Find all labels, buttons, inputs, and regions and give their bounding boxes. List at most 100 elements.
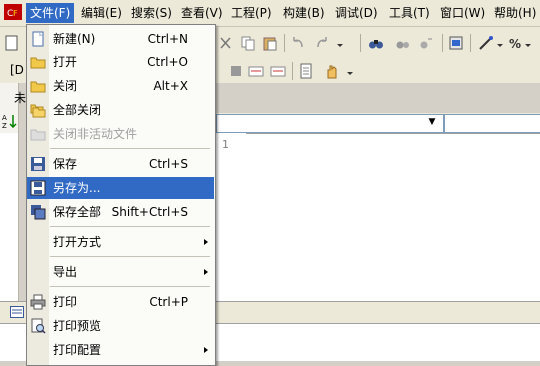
line-gutter xyxy=(216,133,246,301)
chevron-down-icon[interactable] xyxy=(346,67,354,75)
save-icon xyxy=(31,157,45,171)
hand-icon[interactable] xyxy=(324,63,340,79)
menu-file[interactable]: 文件(F) xyxy=(26,3,75,23)
cut-icon[interactable] xyxy=(218,35,234,51)
chevron-down-icon[interactable] xyxy=(524,39,532,47)
new-icon[interactable] xyxy=(4,35,20,51)
project-tab-label[interactable]: 未 xyxy=(14,89,26,106)
menu-item-label: 保存全部 xyxy=(53,205,102,219)
stop-icon[interactable] xyxy=(228,63,244,79)
binary-export-icon[interactable] xyxy=(270,63,286,79)
app-logo-icon: C F xyxy=(4,4,22,20)
menu-item-save-all[interactable]: 保存全部 Shift+Ctrl+S xyxy=(27,201,214,223)
binoculars-icon[interactable] xyxy=(368,35,384,51)
menu-item-label: 全部关闭 xyxy=(53,103,102,117)
toolbar-separator xyxy=(470,34,471,52)
svg-text:%: % xyxy=(509,37,521,51)
toolbar-partial-label: [D xyxy=(10,63,24,77)
redo-icon[interactable] xyxy=(314,35,330,51)
line-number: 1 xyxy=(222,138,229,151)
function-combo[interactable] xyxy=(444,114,540,133)
undo-icon[interactable] xyxy=(290,35,306,51)
menu-item-close[interactable]: 关闭 Alt+X xyxy=(27,75,214,97)
toolbar-separator xyxy=(284,34,285,52)
menu-item-export[interactable]: 导出 xyxy=(27,261,214,283)
project-tree[interactable] xyxy=(0,133,18,301)
menu-item-print[interactable]: 打印 Ctrl+P xyxy=(27,291,214,313)
menu-search[interactable]: 搜索(S) xyxy=(127,3,176,23)
paste-icon[interactable] xyxy=(262,35,278,51)
menu-item-shortcut: Ctrl+S xyxy=(148,157,188,171)
menu-help[interactable]: 帮助(H) xyxy=(490,3,540,23)
menu-item-label: 打开方式 xyxy=(53,235,102,249)
menu-item-label: 打开 xyxy=(53,55,78,69)
print-icon xyxy=(30,294,46,310)
compiler-tab-icon[interactable] xyxy=(10,306,24,318)
menu-tools[interactable]: 工具(T) xyxy=(385,3,434,23)
menu-item-shortcut: Ctrl+N xyxy=(147,32,188,46)
menu-item-label: 关闭非活动文件 xyxy=(53,127,138,141)
save-all-icon xyxy=(31,205,46,220)
menu-item-new[interactable]: 新建(N) Ctrl+N xyxy=(27,28,214,50)
submenu-arrow-icon xyxy=(204,239,208,245)
menu-separator xyxy=(50,256,210,257)
menu-item-print-preview[interactable]: 打印预览 xyxy=(27,315,214,337)
menu-item-label: 另存为... xyxy=(53,181,101,195)
save-as-icon xyxy=(30,180,46,196)
menu-item-shortcut: Ctrl+P xyxy=(149,295,188,309)
chevron-down-icon[interactable] xyxy=(496,39,504,47)
menu-bar: C F 文件(F) 编辑(E) 搜索(S) 查看(V) 工程(P) 构建(B) … xyxy=(0,0,540,27)
chevron-down-icon[interactable]: ▼ xyxy=(424,114,440,131)
code-editor[interactable] xyxy=(216,133,540,302)
menu-item-shortcut: Alt+X xyxy=(153,79,188,93)
wand-icon[interactable] xyxy=(478,35,494,51)
menu-item-label: 打印配置 xyxy=(53,343,102,357)
menu-build[interactable]: 构建(B) xyxy=(279,3,329,23)
svg-text:A: A xyxy=(2,114,7,122)
menu-item-label: 关闭 xyxy=(53,79,78,93)
menu-item-label: 保存 xyxy=(53,157,78,171)
menu-item-print-config[interactable]: 打印配置 xyxy=(27,339,214,361)
menu-edit[interactable]: 编辑(E) xyxy=(77,3,126,23)
menu-item-close-inactive: 关闭非活动文件 xyxy=(27,123,214,145)
close-all-icon xyxy=(30,104,46,118)
menu-separator xyxy=(50,286,210,287)
menu-item-open[interactable]: 打开 Ctrl+O xyxy=(27,51,214,73)
menu-item-save[interactable]: 保存 Ctrl+S xyxy=(27,153,214,175)
compile-icon[interactable] xyxy=(448,35,464,51)
menu-item-label: 打印 xyxy=(53,295,78,309)
menu-debug[interactable]: 调试(D) xyxy=(331,3,382,23)
submenu-arrow-icon xyxy=(204,269,208,275)
chevron-down-icon[interactable] xyxy=(336,39,344,47)
submenu-arrow-icon xyxy=(204,347,208,353)
menu-item-close-all[interactable]: 全部关闭 xyxy=(27,99,214,121)
new-file-icon xyxy=(32,31,44,47)
binary-icon[interactable] xyxy=(248,63,264,79)
menu-item-open-with[interactable]: 打开方式 xyxy=(27,231,214,253)
close-inactive-icon xyxy=(30,129,46,141)
find-next-icon[interactable] xyxy=(394,35,410,51)
toolbar-separator xyxy=(442,34,443,52)
toolbar-separator xyxy=(360,34,361,52)
open-folder-icon xyxy=(30,57,46,69)
class-combo[interactable] xyxy=(216,114,444,133)
percent-icon[interactable]: % xyxy=(508,35,524,51)
menu-item-label: 新建(N) xyxy=(53,32,96,46)
copy-icon[interactable] xyxy=(240,35,256,51)
print-preview-icon xyxy=(31,318,46,334)
svg-text:Z: Z xyxy=(2,122,7,130)
sort-az-icon[interactable]: A Z xyxy=(2,112,18,130)
close-folder-icon xyxy=(30,81,46,93)
document-icon[interactable] xyxy=(298,63,314,79)
menu-separator xyxy=(50,148,210,149)
menu-separator xyxy=(50,226,210,227)
menu-view[interactable]: 查看(V) xyxy=(177,3,227,23)
find-prev-icon[interactable] xyxy=(418,35,434,51)
menu-item-label: 打印预览 xyxy=(53,319,102,333)
menu-project[interactable]: 工程(P) xyxy=(227,3,276,23)
menu-item-save-as[interactable]: 另存为... xyxy=(27,177,214,199)
menu-item-shortcut: Shift+Ctrl+S xyxy=(111,205,188,219)
menu-item-shortcut: Ctrl+O xyxy=(147,55,188,69)
menu-item-label: 导出 xyxy=(53,265,78,279)
menu-window[interactable]: 窗口(W) xyxy=(436,3,489,23)
